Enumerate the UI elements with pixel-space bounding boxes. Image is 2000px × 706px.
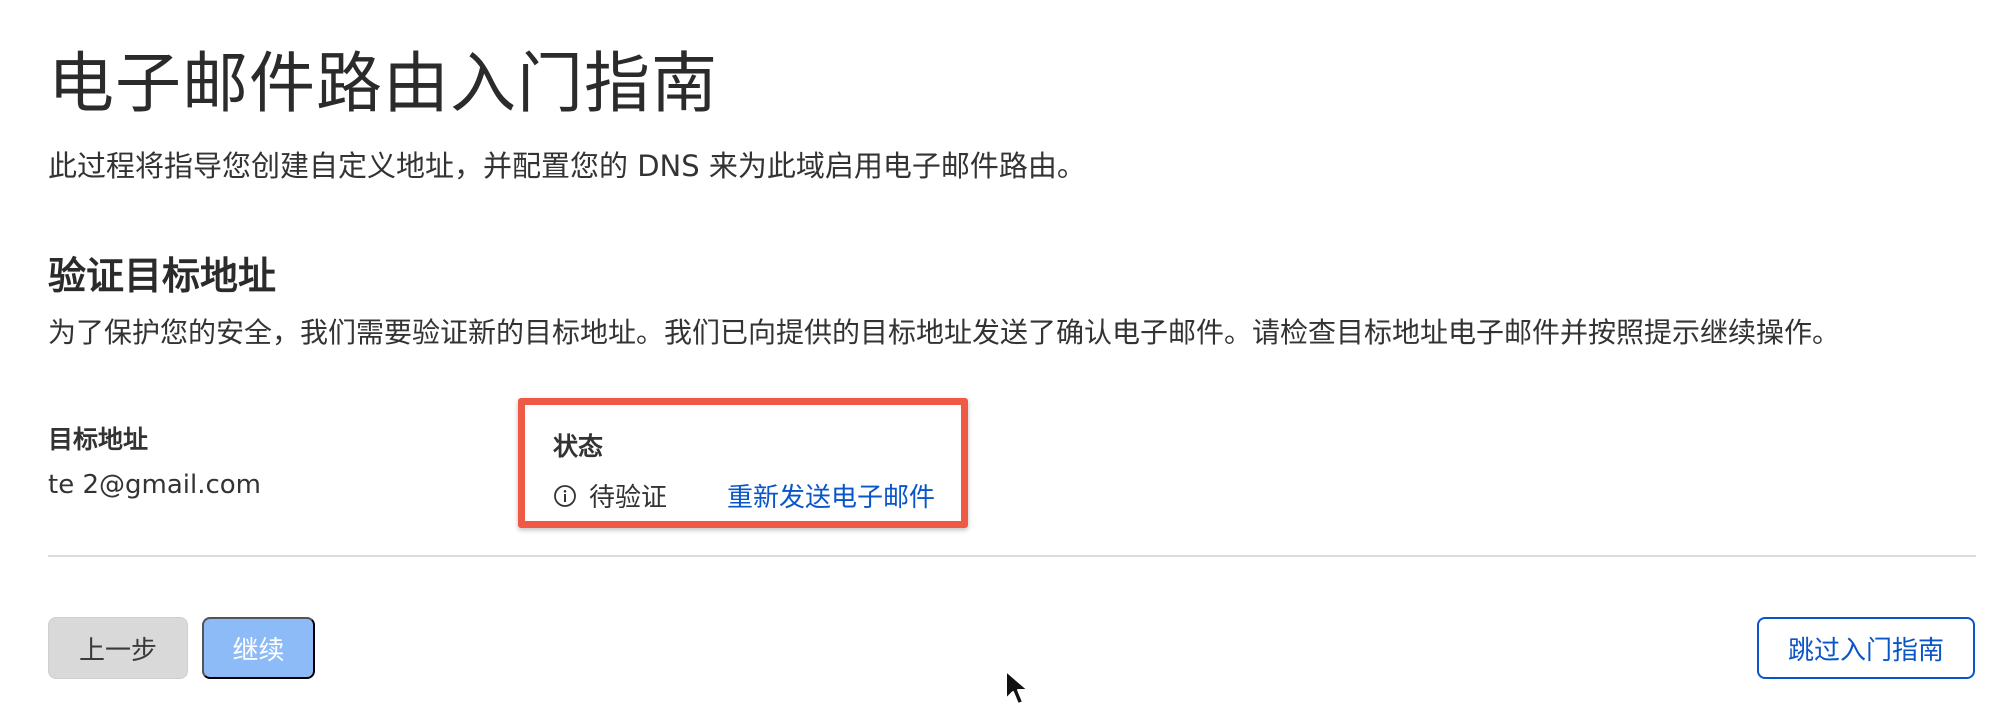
section-description: 为了保护您的安全，我们需要验证新的目标地址。我们已向提供的目标地址发送了确认电子… [48,316,1841,349]
destination-header: 目标地址 [48,425,149,454]
onboarding-page: 电子邮件路由入门指南 此过程将指导您创建自定义地址，并配置您的 DNS 来为此域… [0,0,2000,706]
status-row: 待验证 重新发送电子邮件 [553,477,935,514]
section-title: 验证目标地址 [48,254,277,298]
status-header: 状态 [553,432,604,461]
page-title: 电子邮件路由入门指南 [48,45,718,122]
status-column: 状态 待验证 重新发送电子邮件 [553,427,935,514]
destination-column: 目标地址 te 2@gmail.com [48,420,261,500]
status-highlight-box: 状态 待验证 重新发送电子邮件 [518,398,968,528]
page-intro: 此过程将指导您创建自定义地址，并配置您的 DNS 来为此域启用电子邮件路由。 [48,149,1086,183]
mouse-cursor-icon [1005,670,1029,705]
resend-email-link[interactable]: 重新发送电子邮件 [727,477,935,514]
destination-address: te 2@gmail.com [48,470,262,500]
info-circle-icon [553,484,577,508]
skip-onboarding-button[interactable]: 跳过入门指南 [1757,617,1975,679]
continue-button[interactable]: 继续 [202,617,315,679]
previous-step-button[interactable]: 上一步 [48,617,188,679]
divider [48,555,1976,557]
status-value: 待验证 [589,483,668,513]
